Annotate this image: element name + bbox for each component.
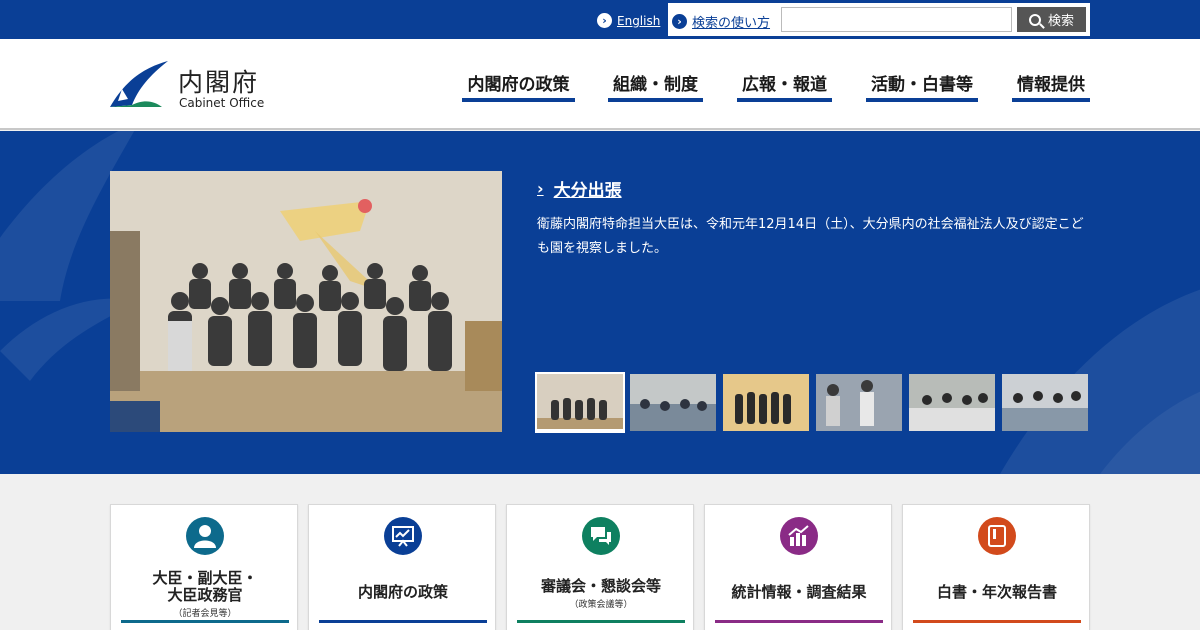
search-help-label: 検索の使い方 <box>692 16 771 31</box>
nav-item-information[interactable]: 情報提供 <box>1012 74 1090 102</box>
presentation-icon <box>384 517 422 555</box>
site-header: 内閣府 Cabinet Office 内閣府の政策 組織・制度 広報・報道 活動… <box>0 39 1200 130</box>
top-bar: › English › 検索の使い方 検索 <box>0 0 1200 39</box>
carousel-thumbnail-5[interactable] <box>909 374 995 431</box>
card-title: 審議会・懇談会等 <box>540 577 661 595</box>
chat-icon <box>582 517 620 555</box>
carousel-thumbnail-4[interactable] <box>816 374 902 431</box>
chevron-right-icon: › <box>597 13 612 28</box>
card-underline <box>913 620 1081 623</box>
featured-article-link[interactable]: › 大分出張 <box>537 176 622 201</box>
search-button[interactable]: 検索 <box>1017 7 1086 32</box>
nav-item-policies[interactable]: 内閣府の政策 <box>462 74 575 102</box>
logo-text-en: Cabinet Office <box>179 96 265 110</box>
chevron-right-icon: › <box>537 179 544 198</box>
card-title: 統計情報・調査結果 <box>731 583 867 601</box>
carousel-thumbnail-1[interactable] <box>535 372 625 433</box>
english-link[interactable]: › English <box>597 13 660 28</box>
search-help-link[interactable]: › 検索の使い方 <box>672 12 770 31</box>
chart-icon <box>780 517 818 555</box>
hero-carousel: › 大分出張 衛藤内閣府特命担当大臣は、令和元年12月14日（土）、大分県内の社… <box>0 131 1200 474</box>
card-white-papers[interactable]: 白書・年次報告書 <box>902 504 1090 630</box>
card-title-line1: 大臣・副大臣・ <box>152 569 258 587</box>
card-councils[interactable]: 審議会・懇談会等 （政策会議等） <box>506 504 694 630</box>
nav-item-public-relations[interactable]: 広報・報道 <box>737 74 832 102</box>
card-statistics[interactable]: 統計情報・調査結果 <box>704 504 892 630</box>
group-photo-image <box>110 171 502 432</box>
logo-emblem-icon <box>110 61 168 107</box>
card-underline <box>121 620 289 623</box>
card-title-line2: 大臣政務官 <box>167 586 243 604</box>
card-subtitle: （記者会見等） <box>173 609 237 619</box>
card-policies[interactable]: 内閣府の政策 <box>308 504 496 630</box>
search-icon <box>1028 13 1041 26</box>
person-icon <box>186 517 224 555</box>
chevron-right-icon: › <box>672 14 687 29</box>
card-title: 内閣府の政策 <box>357 583 448 601</box>
card-underline <box>517 620 685 623</box>
card-subtitle: （政策会議等） <box>569 600 633 610</box>
active-thumbnail-indicator <box>535 429 625 432</box>
book-icon <box>978 517 1016 555</box>
cabinet-office-logo[interactable]: 内閣府 Cabinet Office <box>108 59 278 113</box>
carousel-thumbnail-2[interactable] <box>630 374 716 431</box>
search-area: › 検索の使い方 検索 <box>668 3 1090 36</box>
english-link-label: English <box>617 13 661 28</box>
logo-text-jp: 内閣府 <box>178 68 260 97</box>
featured-article-title: 大分出張 <box>553 181 622 201</box>
carousel-thumbnail-6[interactable] <box>1002 374 1088 431</box>
carousel-thumbnail-3[interactable] <box>723 374 809 431</box>
search-input[interactable] <box>781 7 1012 32</box>
card-title: 白書・年次報告書 <box>936 583 1057 601</box>
search-button-label: 検索 <box>1047 14 1074 29</box>
featured-photo[interactable] <box>110 171 502 432</box>
nav-item-organization[interactable]: 組織・制度 <box>608 74 703 102</box>
card-underline <box>319 620 487 623</box>
featured-article-description: 衛藤内閣府特命担当大臣は、令和元年12月14日（土）、大分県内の社会福祉法人及び… <box>537 217 1084 256</box>
card-underline <box>715 620 883 623</box>
card-ministers[interactable]: 大臣・副大臣・ 大臣政務官 （記者会見等） <box>110 504 298 630</box>
nav-item-activities[interactable]: 活動・白書等 <box>866 74 978 102</box>
